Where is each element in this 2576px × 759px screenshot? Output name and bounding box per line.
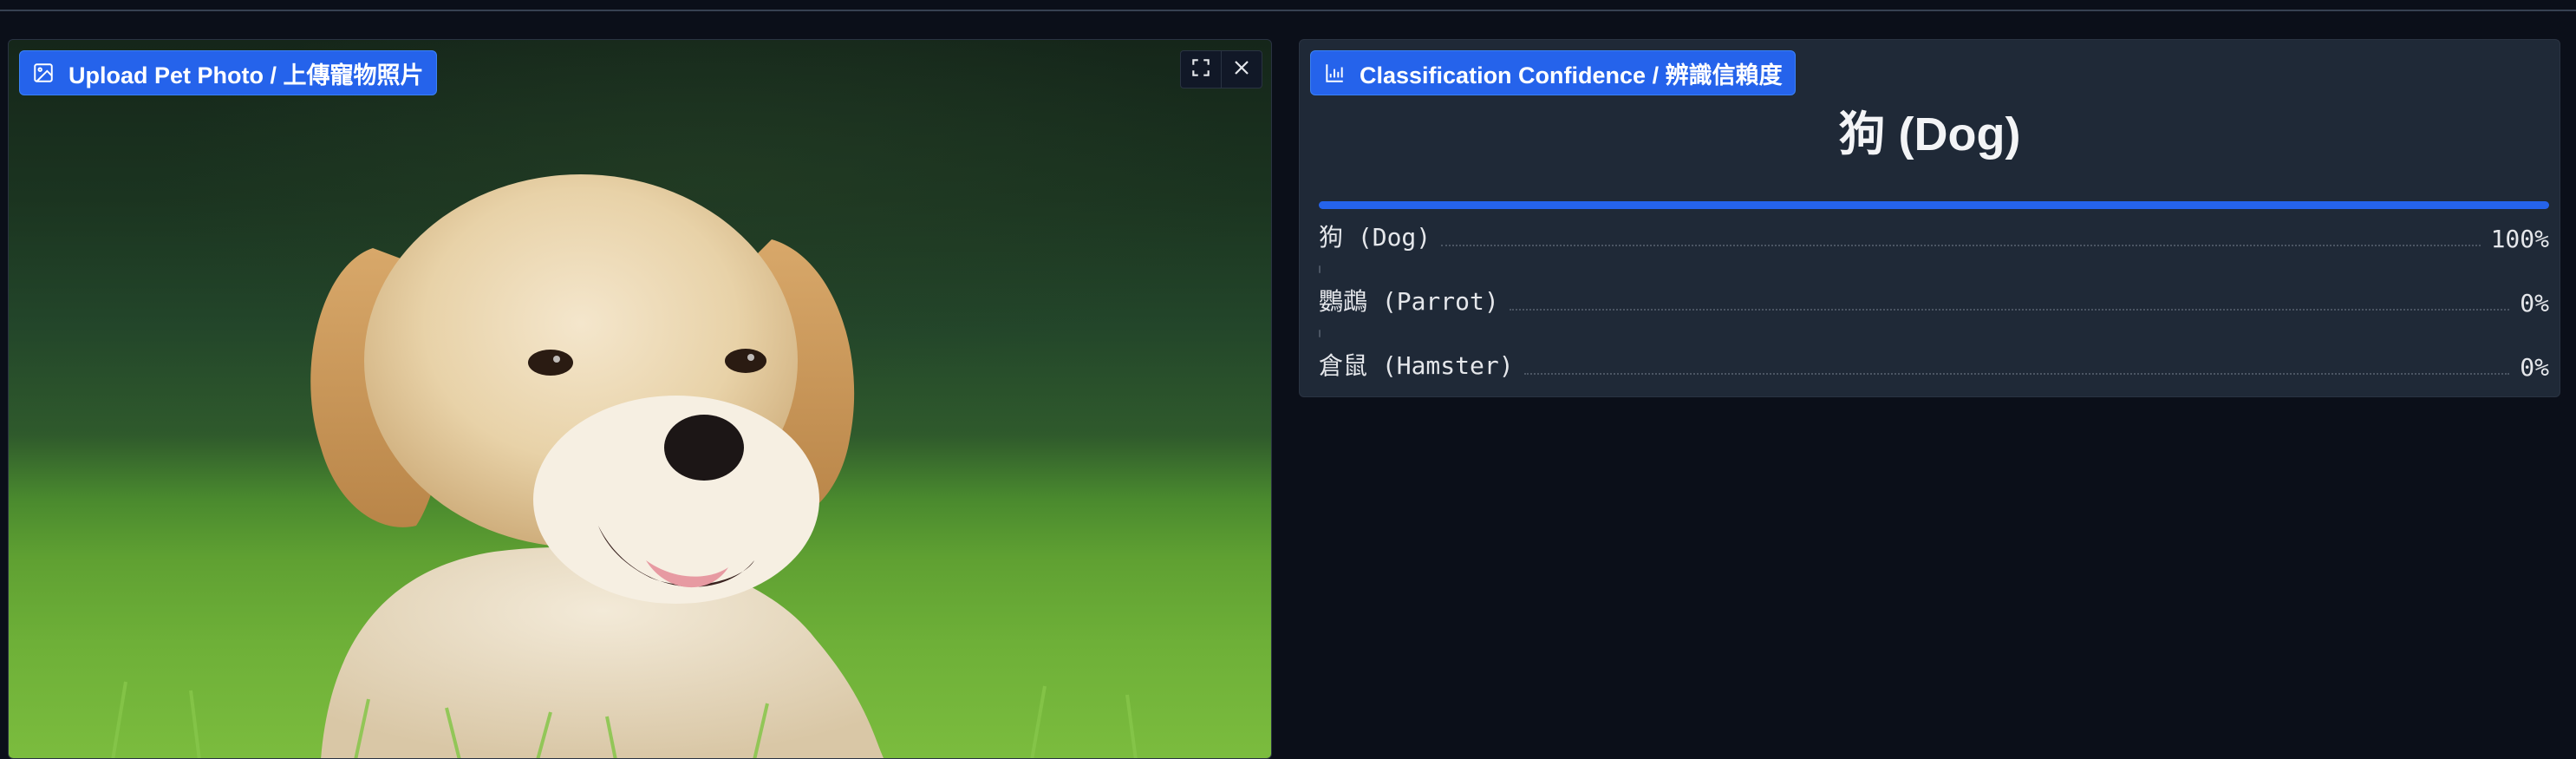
confidence-bar xyxy=(1319,265,1321,273)
fullscreen-icon xyxy=(1190,56,1212,83)
close-icon xyxy=(1231,57,1252,82)
image-panel-label-text: Upload Pet Photo / 上傳寵物照片 xyxy=(68,62,424,88)
result-panel-label-text: Classification Confidence / 辨識信賴度 xyxy=(1360,62,1783,88)
image-icon xyxy=(32,62,55,84)
image-controls xyxy=(1180,50,1262,88)
leader-dots xyxy=(1441,245,2481,246)
confidence-row[interactable]: 狗 (Dog) 100% xyxy=(1319,201,2549,265)
confidence-label: 狗 (Dog) xyxy=(1319,223,1431,252)
top-divider xyxy=(0,10,2576,11)
confidence-bar xyxy=(1319,330,1321,337)
confidence-row[interactable]: 鸚鵡 (Parrot) 0% xyxy=(1319,265,2549,330)
leader-dots xyxy=(1523,373,2510,375)
image-panel-label: Upload Pet Photo / 上傳寵物照片 xyxy=(19,50,437,95)
bar-chart-icon xyxy=(1323,62,1346,84)
confidence-line: 鸚鵡 (Parrot) 0% xyxy=(1319,283,2549,317)
confidence-label: 鸚鵡 (Parrot) xyxy=(1319,287,1499,316)
confidence-list: 狗 (Dog) 100% 鸚鵡 (Parrot) 0% 倉鼠 (Hamster)… xyxy=(1319,201,2549,394)
top-prediction: 狗 (Dog) xyxy=(1838,108,2021,160)
pet-photo xyxy=(9,40,1271,758)
fullscreen-button[interactable] xyxy=(1181,51,1221,88)
leader-dots xyxy=(1509,309,2510,311)
confidence-row[interactable]: 倉鼠 (Hamster) 0% xyxy=(1319,330,2549,394)
confidence-line: 倉鼠 (Hamster) 0% xyxy=(1319,347,2549,382)
confidence-value: 100% xyxy=(2490,225,2549,253)
confidence-value: 0% xyxy=(2520,353,2549,382)
classification-result-panel: Classification Confidence / 辨識信賴度 狗 (Dog… xyxy=(1299,39,2560,397)
confidence-line: 狗 (Dog) 100% xyxy=(1319,219,2549,253)
confidence-label: 倉鼠 (Hamster) xyxy=(1319,351,1514,380)
result-panel-label: Classification Confidence / 辨識信賴度 xyxy=(1310,50,1796,95)
image-upload-panel[interactable]: Upload Pet Photo / 上傳寵物照片 xyxy=(8,39,1272,759)
clear-image-button[interactable] xyxy=(1221,51,1262,88)
confidence-value: 0% xyxy=(2520,289,2549,317)
confidence-bar xyxy=(1319,201,2549,209)
